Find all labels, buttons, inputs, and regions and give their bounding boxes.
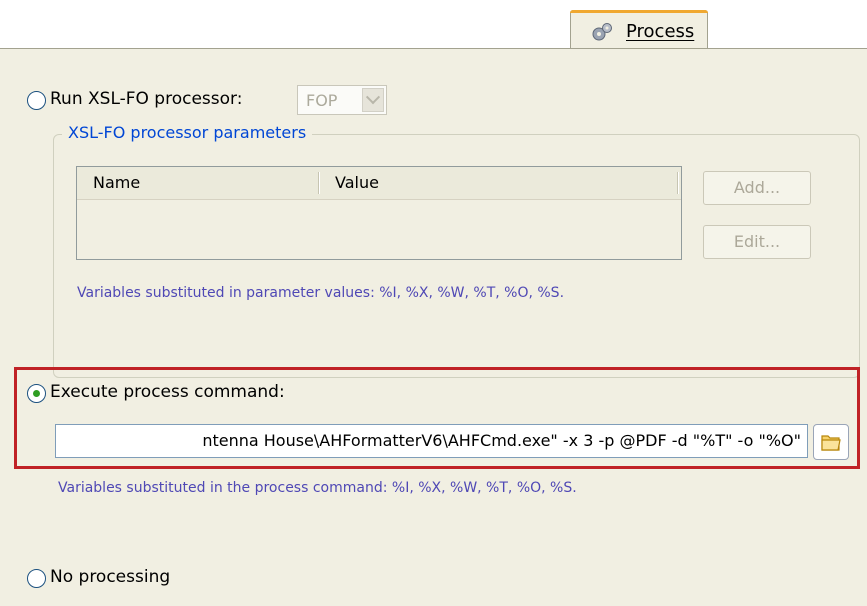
chevron-down-icon[interactable]: [362, 88, 384, 112]
process-command-input[interactable]: ntenna House\AHFormatterV6\AHFCmd.exe" -…: [55, 424, 808, 458]
radio-selected-dot: [33, 390, 40, 397]
execute-label: Execute process command:: [50, 382, 285, 402]
edit-button[interactable]: Edit...: [703, 225, 811, 259]
execute-radio[interactable]: [27, 384, 46, 403]
column-divider: [318, 172, 320, 194]
run-xslfo-radio[interactable]: [27, 91, 46, 110]
processor-select[interactable]: FOP: [297, 85, 387, 115]
params-group-title: XSL-FO processor parameters: [62, 123, 313, 142]
no-processing-label: No processing: [50, 567, 171, 587]
params-table-header: Name Value: [77, 167, 681, 200]
params-table[interactable]: Name Value: [76, 166, 682, 260]
column-divider: [677, 172, 679, 194]
gears-icon: [592, 23, 612, 41]
tab-active-indicator: [570, 10, 708, 13]
process-command-value: ntenna House\AHFormatterV6\AHFCmd.exe" -…: [202, 431, 801, 450]
run-xslfo-label: Run XSL-FO processor:: [50, 89, 243, 109]
process-panel: Run XSL-FO processor: FOP XSL-FO process…: [0, 48, 867, 606]
params-hint: Variables substituted in parameter value…: [77, 285, 565, 301]
browse-button[interactable]: [813, 424, 849, 460]
tab-process[interactable]: Process: [570, 10, 708, 50]
no-processing-radio[interactable]: [27, 569, 46, 588]
processor-select-value: FOP: [306, 91, 338, 110]
folder-icon: [821, 435, 841, 451]
column-header-name[interactable]: Name: [93, 173, 140, 192]
add-button[interactable]: Add...: [703, 171, 811, 205]
column-header-value[interactable]: Value: [335, 173, 379, 192]
tab-label: Process: [626, 21, 695, 42]
execute-hint: Variables substituted in the process com…: [58, 480, 577, 496]
